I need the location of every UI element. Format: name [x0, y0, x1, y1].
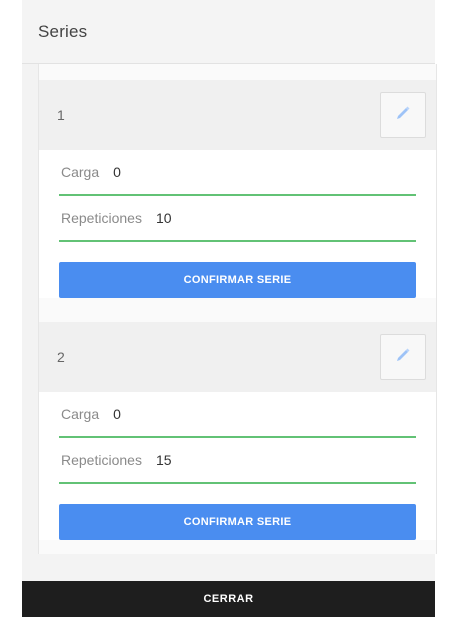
field-value: 0	[113, 164, 121, 180]
edit-serie-button[interactable]	[380, 334, 426, 380]
serie-card-2: 2 Carga 0 Repeticiones 15 CONFIRMAR SERI…	[39, 322, 436, 540]
repeticiones-field[interactable]: Repeticiones 10	[59, 196, 416, 242]
field-label: Carga	[61, 406, 100, 422]
field-label: Repeticiones	[61, 452, 142, 468]
serie-card-1: 1 Carga 0 Repeticiones 10 CONFIRMAR SERI…	[39, 80, 436, 298]
series-list: 1 Carga 0 Repeticiones 10 CONFIRMAR SERI…	[38, 64, 437, 554]
confirm-serie-button[interactable]: CONFIRMAR SERIE	[59, 504, 416, 540]
repeticiones-field[interactable]: Repeticiones 15	[59, 438, 416, 484]
series-panel: Series 1 Carga 0 Repeticiones 10 CONFIRM…	[22, 0, 437, 582]
pencil-icon	[394, 104, 412, 127]
serie-body: Carga 0 Repeticiones 10 CONFIRMAR SERIE	[39, 150, 436, 298]
edit-serie-button[interactable]	[380, 92, 426, 138]
carga-field[interactable]: Carga 0	[59, 150, 416, 196]
field-value: 10	[155, 210, 172, 226]
confirm-serie-button[interactable]: CONFIRMAR SERIE	[59, 262, 416, 298]
field-value: 15	[155, 452, 172, 468]
panel-header: Series	[22, 0, 435, 64]
serie-header: 2	[39, 322, 436, 392]
field-label: Repeticiones	[61, 210, 142, 226]
serie-body: Carga 0 Repeticiones 15 CONFIRMAR SERIE	[39, 392, 436, 540]
field-value: 0	[113, 406, 121, 422]
panel-title: Series	[38, 21, 88, 41]
pencil-icon	[394, 346, 412, 369]
carga-field[interactable]: Carga 0	[59, 392, 416, 438]
serie-number: 1	[57, 107, 65, 123]
close-button[interactable]: CERRAR	[22, 581, 435, 617]
serie-number: 2	[57, 349, 65, 365]
field-label: Carga	[61, 164, 100, 180]
serie-header: 1	[39, 80, 436, 150]
